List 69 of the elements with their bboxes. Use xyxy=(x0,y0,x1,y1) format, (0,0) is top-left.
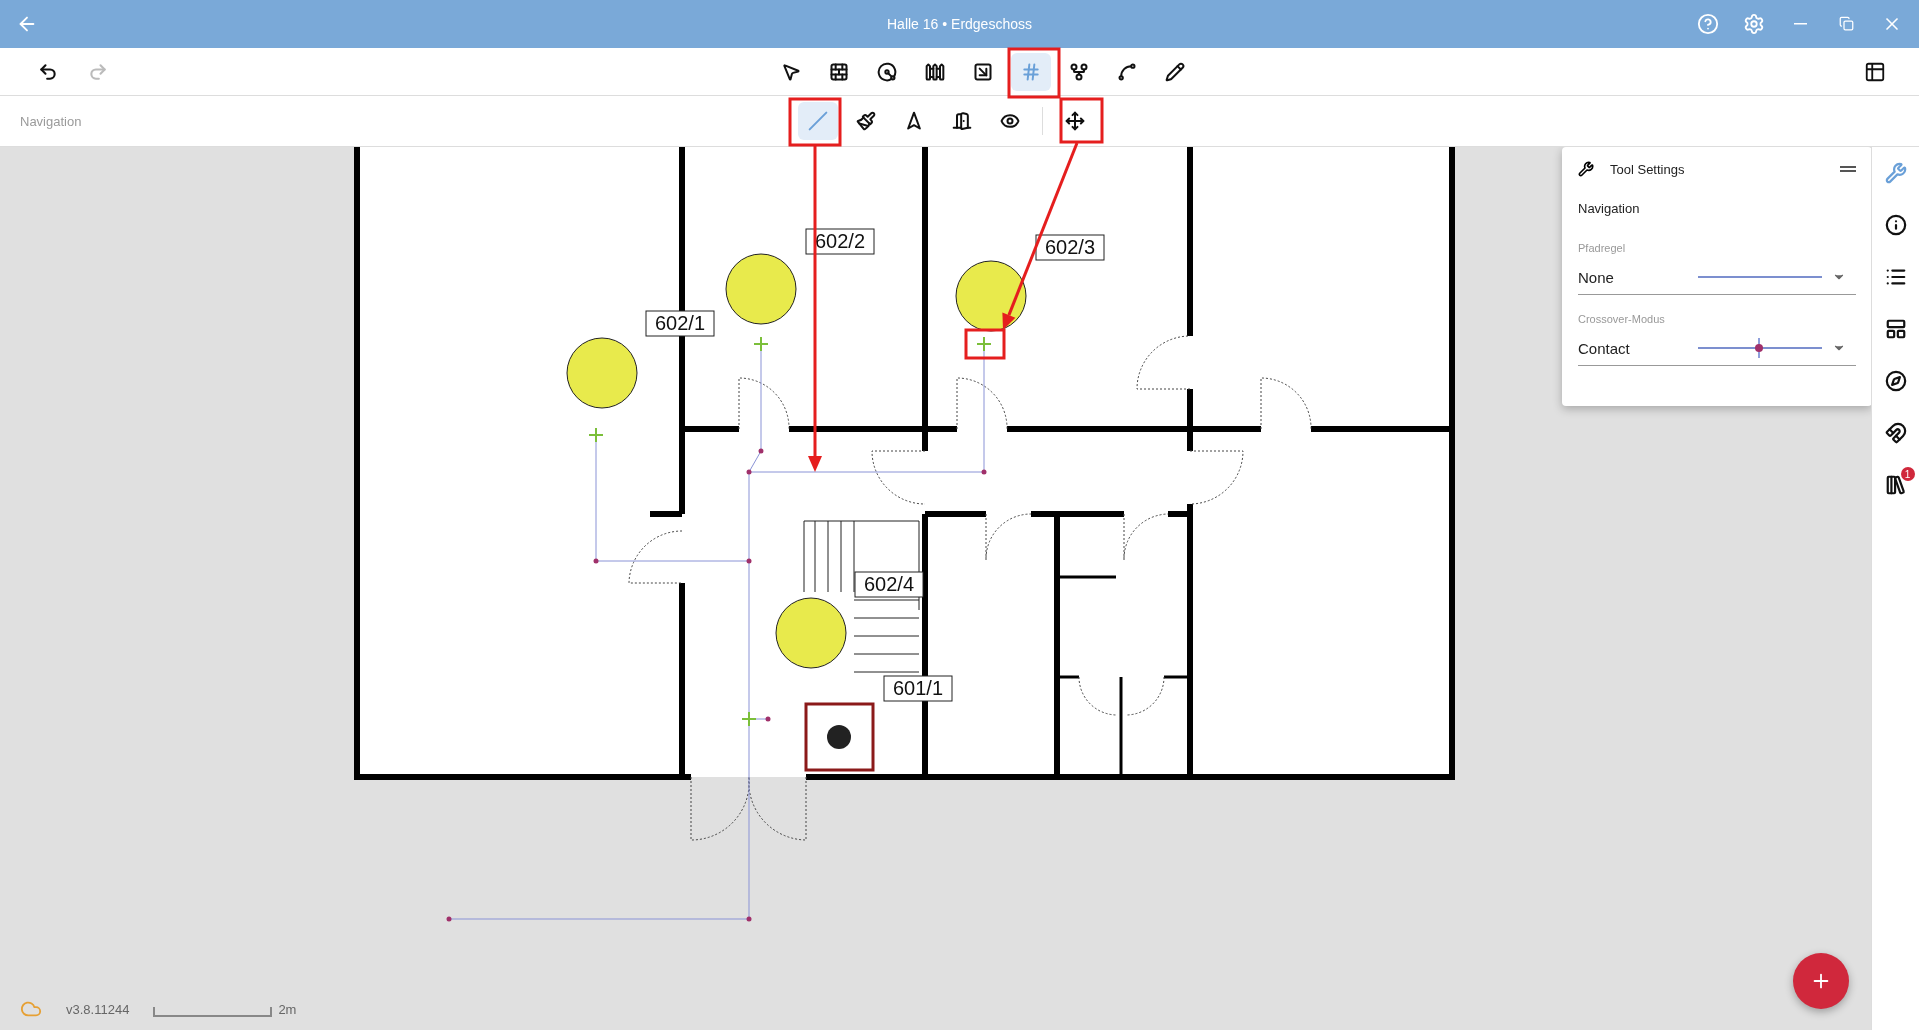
cross-marker xyxy=(753,336,769,352)
window-title: Halle 16 • Erdgeschoss xyxy=(887,15,1032,32)
magnet-icon xyxy=(1884,422,1907,444)
panel-title: Tool Settings xyxy=(1610,161,1686,177)
path-node xyxy=(765,716,771,722)
brick-wall-icon xyxy=(828,61,849,82)
compass-icon xyxy=(1884,370,1907,392)
drag-handle-icon[interactable] xyxy=(1840,166,1856,172)
annotation-box xyxy=(1059,97,1104,144)
select-field[interactable]: None xyxy=(1578,260,1856,295)
cross-marker xyxy=(741,711,757,727)
room-label: 602/1 xyxy=(645,310,715,337)
room-label: 602/2 xyxy=(805,228,875,255)
branch-icon xyxy=(1068,61,1089,82)
path-node xyxy=(593,558,599,564)
undo-icon xyxy=(38,61,58,82)
fence-icon xyxy=(924,61,945,82)
help-icon xyxy=(1697,12,1719,35)
pointer-icon xyxy=(904,111,924,132)
annotation-box xyxy=(964,328,1006,360)
path-node xyxy=(746,916,752,922)
annotation-box xyxy=(1007,47,1061,99)
cross-marker xyxy=(976,336,992,352)
scale-label: 2m xyxy=(278,1001,297,1017)
select-field[interactable]: Contact xyxy=(1578,331,1856,366)
sidebar-button[interactable]: 1 xyxy=(1878,467,1913,503)
circle-marker xyxy=(566,337,638,409)
grid-move-icon xyxy=(1020,61,1041,82)
pointer-icon xyxy=(780,61,801,82)
table-icon xyxy=(1864,60,1886,83)
line-icon xyxy=(808,111,828,132)
door-icon xyxy=(952,111,972,132)
field-label: Crossover-Modus xyxy=(1578,313,1666,325)
list-icon xyxy=(1884,266,1907,288)
redo-icon xyxy=(88,61,108,82)
wrench-icon xyxy=(1884,162,1907,184)
square-icon xyxy=(972,61,993,82)
circle-marker xyxy=(725,253,797,325)
line-end-icon xyxy=(1116,61,1137,82)
field-label: Pfadregel xyxy=(1578,242,1627,254)
cross-marker xyxy=(588,427,604,443)
minimize-icon xyxy=(1793,23,1807,25)
crossing-line-icon xyxy=(1698,338,1822,358)
path-node xyxy=(746,558,752,564)
path-node xyxy=(746,469,752,475)
version-label: v3.8.11244 xyxy=(66,1001,130,1017)
circle-marker xyxy=(775,597,847,669)
room-label: 601/1 xyxy=(883,675,953,702)
notification-badge: 1 xyxy=(1900,467,1915,481)
settings-icon xyxy=(1743,12,1765,35)
circle-marker xyxy=(955,260,1027,332)
path-node xyxy=(981,469,987,475)
pencil-icon xyxy=(1164,61,1185,82)
wrench-icon xyxy=(1578,161,1594,177)
add-button[interactable] xyxy=(1793,953,1849,1009)
room-label: 602/3 xyxy=(1035,234,1105,261)
mode-label: Navigation xyxy=(20,113,82,129)
path-node xyxy=(446,916,452,922)
annotation-box xyxy=(788,97,842,147)
path-node xyxy=(758,448,764,454)
room-label: 602/4 xyxy=(854,571,924,598)
library-icon xyxy=(1884,474,1907,496)
restore-icon xyxy=(1838,16,1854,32)
info-icon xyxy=(1884,214,1907,236)
section-title: Navigation xyxy=(1578,201,1641,216)
line-style-icon xyxy=(1698,276,1822,278)
brush-icon xyxy=(856,111,876,132)
move-icon xyxy=(1065,111,1085,132)
device-marker xyxy=(804,702,875,772)
